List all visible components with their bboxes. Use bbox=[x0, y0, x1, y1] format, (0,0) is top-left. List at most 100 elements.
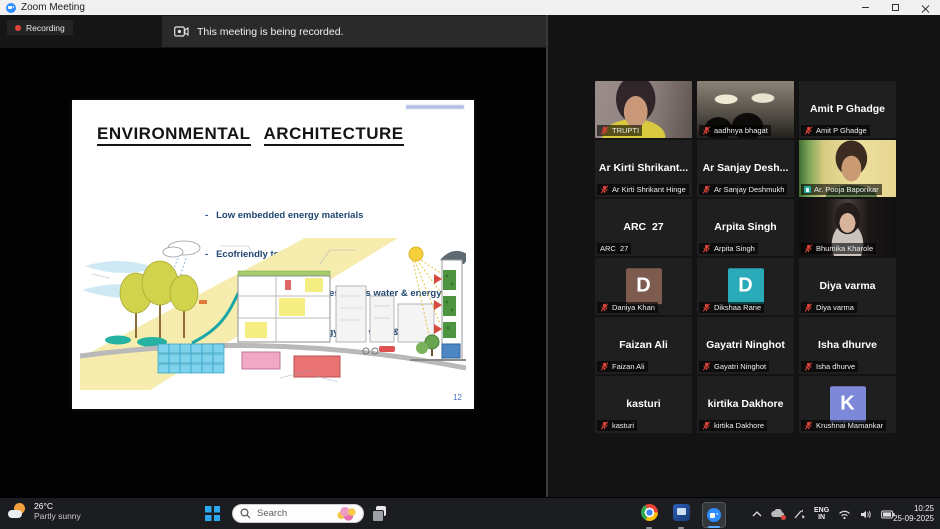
participant-tile[interactable]: Arpita Singh Arpita Singh bbox=[697, 199, 794, 256]
participant-name-label: Gayatri Ninghot bbox=[714, 362, 766, 371]
participant-label: Arpita Singh bbox=[699, 243, 758, 254]
tile-display-name: kirtika Dakhore bbox=[697, 398, 794, 410]
windows-taskbar: 26°C Partly sunny Search bbox=[0, 497, 940, 529]
participant-label: Diya varma bbox=[801, 302, 857, 313]
slide-title-word-1: ENVIRONMENTAL bbox=[97, 124, 251, 146]
zoom-taskbar-icon bbox=[707, 508, 721, 522]
app-taskbar-button[interactable] bbox=[670, 502, 692, 528]
bullet-1: - Low embedded energy materials bbox=[205, 209, 442, 222]
partly-sunny-icon bbox=[8, 502, 28, 520]
volume-icon[interactable] bbox=[860, 509, 872, 520]
participant-tile[interactable]: Ar. Pooja Baporikar bbox=[799, 140, 896, 197]
participant-name-label: Arpita Singh bbox=[714, 244, 755, 253]
weather-temperature: 26°C bbox=[34, 501, 81, 511]
notification-tray-icon[interactable] bbox=[771, 509, 784, 519]
maximize-icon bbox=[892, 4, 899, 11]
recording-dot-icon bbox=[15, 25, 21, 31]
participant-name-label: kirtika Dakhore bbox=[714, 421, 764, 430]
participant-label: Ar Kirti Shrikant Hinge bbox=[597, 184, 689, 195]
muted-mic-icon bbox=[600, 126, 609, 135]
muted-mic-icon bbox=[600, 303, 609, 312]
muted-mic-icon bbox=[804, 126, 813, 135]
device-icon bbox=[804, 186, 811, 193]
participant-tile[interactable]: Gayatri Ninghot Gayatri Ninghot bbox=[697, 317, 794, 374]
participant-grid: TRUPTI aadhnya bhagat Amit P Ghadge bbox=[595, 81, 896, 433]
participant-name-label: Krushnai Mamankar bbox=[816, 421, 883, 430]
participant-name-label: kasturi bbox=[612, 421, 634, 430]
tile-display-name: Ar Sanjay Desh... bbox=[697, 162, 794, 174]
participant-tile[interactable]: ARC 27 ARC 27 bbox=[595, 199, 692, 256]
participant-tile[interactable]: Ar Sanjay Desh... Ar Sanjay Deshmukh bbox=[697, 140, 794, 197]
search-icon bbox=[240, 508, 251, 519]
window-title-bar: Zoom Meeting bbox=[0, 0, 940, 15]
participant-tile[interactable]: kasturi kasturi bbox=[595, 376, 692, 433]
search-doodle-icon bbox=[335, 506, 359, 521]
participant-name-label: aadhnya bhagat bbox=[714, 126, 768, 135]
participant-tile[interactable]: Isha dhurve Isha dhurve bbox=[799, 317, 896, 374]
participant-tile[interactable]: Bhumika Kharole bbox=[799, 199, 896, 256]
participant-label: Faizan Ali bbox=[597, 361, 648, 372]
weather-description: Partly sunny bbox=[34, 511, 81, 521]
participant-tile[interactable]: D Dikshaa Rane bbox=[697, 258, 794, 315]
chrome-taskbar-button[interactable] bbox=[638, 502, 660, 528]
close-button[interactable] bbox=[910, 0, 940, 15]
participant-label: Daniya Khan bbox=[597, 302, 658, 313]
hidden-icons-chevron[interactable] bbox=[752, 510, 762, 518]
participant-tile[interactable]: K Krushnai Mamankar bbox=[799, 376, 896, 433]
maximize-button[interactable] bbox=[880, 0, 910, 15]
participant-label: Ar Sanjay Deshmukh bbox=[699, 184, 787, 195]
weather-widget[interactable]: 26°C Partly sunny bbox=[8, 501, 81, 521]
participant-tile[interactable]: Ar Kirti Shrikant... Ar Kirti Shrikant H… bbox=[595, 140, 692, 197]
participant-tile[interactable]: kirtika Dakhore kirtika Dakhore bbox=[697, 376, 794, 433]
muted-mic-icon bbox=[702, 421, 711, 430]
taskbar-clock[interactable]: 10:25 25-09-2025 bbox=[893, 498, 934, 529]
wifi-icon[interactable] bbox=[838, 509, 851, 520]
participant-tile[interactable]: Faizan Ali Faizan Ali bbox=[595, 317, 692, 374]
minimize-button[interactable] bbox=[850, 0, 880, 15]
clock-date: 25-09-2025 bbox=[893, 514, 934, 524]
participant-label: TRUPTI bbox=[597, 125, 642, 136]
muted-mic-icon bbox=[804, 303, 813, 312]
slide-illustration bbox=[80, 238, 466, 390]
tile-display-name: Isha dhurve bbox=[799, 339, 896, 351]
muted-mic-icon bbox=[804, 421, 813, 430]
participant-tile[interactable]: Amit P Ghadge Amit P Ghadge bbox=[799, 81, 896, 138]
participant-label: Dikshaa Rane bbox=[699, 302, 764, 313]
participant-label: Krushnai Mamankar bbox=[801, 420, 886, 431]
tile-display-name: Diya varma bbox=[799, 280, 896, 292]
zoom-taskbar-button[interactable] bbox=[702, 502, 726, 528]
participant-label: Amit P Ghadge bbox=[801, 125, 870, 136]
muted-mic-icon bbox=[702, 303, 711, 312]
participant-name-label: Ar. Pooja Baporikar bbox=[814, 185, 879, 194]
participant-tile[interactable]: TRUPTI bbox=[595, 81, 692, 138]
participant-name-label: Diya varma bbox=[816, 303, 854, 312]
language-indicator[interactable]: ENG IN bbox=[814, 507, 829, 522]
participant-tile[interactable]: aadhnya bhagat bbox=[697, 81, 794, 138]
search-box[interactable]: Search bbox=[232, 504, 364, 523]
participant-name-label: Dikshaa Rane bbox=[714, 303, 761, 312]
participant-tile[interactable]: D Daniya Khan bbox=[595, 258, 692, 315]
pen-input-icon[interactable] bbox=[793, 509, 805, 520]
participant-label: Gayatri Ninghot bbox=[699, 361, 769, 372]
participant-label: kirtika Dakhore bbox=[699, 420, 767, 431]
recording-banner-text: This meeting is being recorded. bbox=[197, 26, 344, 38]
participant-tile[interactable]: Diya varma Diya varma bbox=[799, 258, 896, 315]
close-icon bbox=[921, 4, 929, 12]
blue-app-icon bbox=[673, 504, 690, 521]
participant-name-label: Isha dhurve bbox=[816, 362, 855, 371]
muted-mic-icon bbox=[600, 421, 609, 430]
muted-mic-icon bbox=[600, 185, 609, 194]
tile-display-name: Arpita Singh bbox=[697, 221, 794, 233]
screen-share-area: ENVIRONMENTALARCHITECTURE - Low embedded… bbox=[0, 48, 546, 497]
zoom-app-icon bbox=[6, 3, 16, 13]
participant-label: Isha dhurve bbox=[801, 361, 858, 372]
language-line-1: ENG bbox=[814, 507, 829, 515]
recording-camera-icon bbox=[174, 26, 189, 37]
task-view-button[interactable] bbox=[372, 506, 387, 521]
slide-title: ENVIRONMENTALARCHITECTURE bbox=[97, 124, 404, 144]
participant-name-label: Ar Kirti Shrikant Hinge bbox=[612, 185, 686, 194]
avatar: D bbox=[728, 268, 764, 304]
muted-mic-icon bbox=[702, 185, 711, 194]
start-button[interactable] bbox=[205, 506, 220, 521]
participant-label: kasturi bbox=[597, 420, 637, 431]
